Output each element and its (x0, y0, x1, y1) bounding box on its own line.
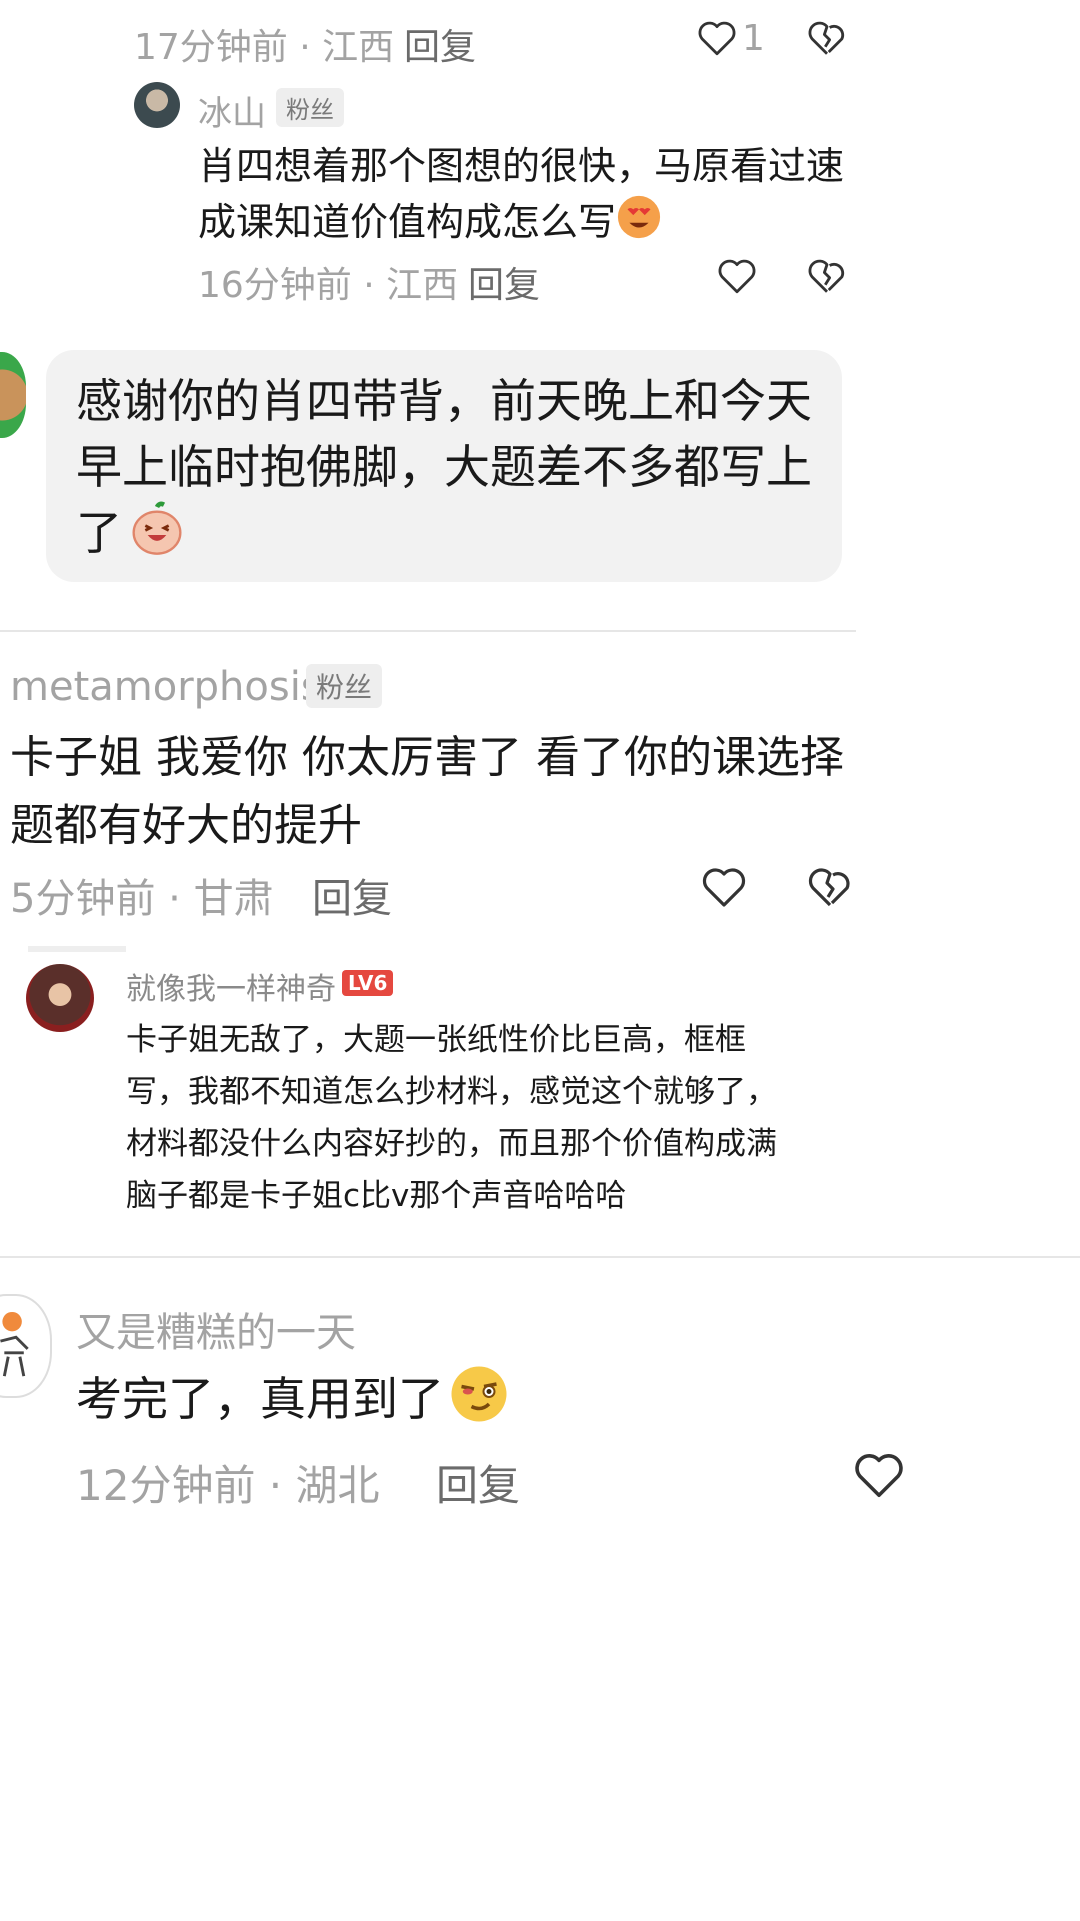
laughing-blob-emoji-icon (128, 500, 186, 573)
comment-6-username[interactable]: 又是糟糕的一天 (76, 1300, 356, 1358)
comment-1-time-location: 17分钟前 · 江西 (134, 27, 395, 68)
avatar-figure-icon (0, 1310, 36, 1384)
like-heart-icon[interactable] (696, 18, 738, 58)
comment-4-time-location: 5分钟前 · 甘肃 (10, 876, 274, 922)
comment-6-text: 考完了，真用到了 (76, 1364, 510, 1441)
comment-5-text: 卡子姐无敌了，大题一张纸性价比巨高，框框 写，我都不知道怎么抄材料，感觉这个就够… (126, 1022, 777, 1214)
dislike-broken-heart-icon[interactable] (806, 18, 848, 58)
like-heart-icon[interactable] (852, 1450, 906, 1500)
level-badge: LV6 (342, 970, 394, 996)
comment-6-time-location: 12分钟前 · 湖北 (76, 1461, 380, 1510)
comment-5-username[interactable]: 就像我一样神奇 (126, 964, 336, 1008)
fan-badge: 粉丝 (306, 664, 383, 708)
comment-3-text: 感谢你的肖四带背，前天晚上和今天 早上临时抱佛脚，大题差不多都写上 了 (76, 368, 812, 573)
comment-4-username[interactable]: metamorphosis (10, 664, 322, 710)
smirk-face-emoji-icon (448, 1364, 510, 1441)
avatar[interactable] (134, 82, 180, 128)
like-heart-icon[interactable] (700, 864, 748, 910)
comment-2-text: 肖四想着那个图想的很快，马原看过速成课知道价值构成怎么写 (198, 138, 848, 255)
comment-2-time-location: 16分钟前 · 江西 (198, 265, 459, 306)
section-divider (0, 630, 856, 632)
like-heart-icon[interactable] (716, 256, 758, 296)
comment-4-text: 卡子姐 我爱你 你太厉害了 看了你的课选择 题都有好大的提升 (10, 732, 844, 851)
section-divider (0, 1256, 1080, 1258)
dislike-broken-heart-icon[interactable] (806, 256, 848, 296)
comment-1-like-count: 1 (742, 18, 765, 59)
comment-2-reply-button[interactable]: 回复 (468, 256, 540, 308)
section-divider (28, 946, 126, 952)
comment-1-reply-button[interactable]: 回复 (404, 18, 476, 70)
comment-6-reply-button[interactable]: 回复 (436, 1452, 520, 1513)
fan-badge: 粉丝 (276, 88, 344, 127)
avatar[interactable] (26, 964, 94, 1032)
comment-2-username[interactable]: 冰山 (198, 86, 266, 135)
dislike-broken-heart-icon[interactable] (806, 864, 854, 910)
comment-4-reply-button[interactable]: 回复 (312, 866, 392, 924)
avatar[interactable] (0, 352, 26, 438)
heart-eyes-emoji-icon (616, 194, 662, 255)
